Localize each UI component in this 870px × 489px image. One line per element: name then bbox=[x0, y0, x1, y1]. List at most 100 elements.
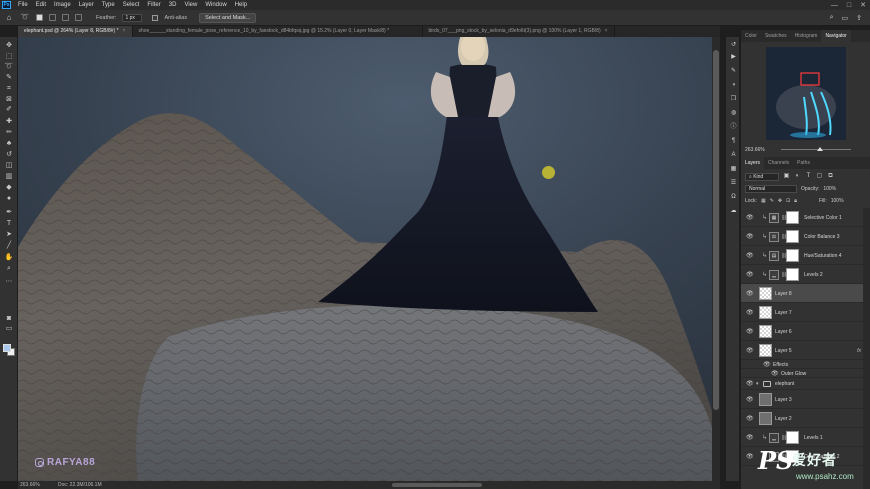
visibility-eye-icon[interactable]: 👁︎ bbox=[746, 309, 754, 316]
kind-filter[interactable]: ⌕ Kind bbox=[745, 172, 779, 181]
maximize-icon[interactable]: □ bbox=[847, 2, 851, 9]
search-icon[interactable]: ⌕ bbox=[830, 14, 834, 22]
crop-tool-icon[interactable]: ⌗ bbox=[4, 84, 14, 93]
menu-help[interactable]: Help bbox=[231, 2, 251, 8]
opacity-value[interactable]: 100% bbox=[823, 186, 836, 192]
tab-layers[interactable]: Layers bbox=[741, 157, 765, 169]
effect-visibility-icon[interactable]: 👁︎ bbox=[771, 370, 779, 377]
play-icon[interactable]: ▶ bbox=[729, 53, 738, 61]
blur-tool-icon[interactable]: ◆ bbox=[4, 183, 14, 192]
lock-position-icon[interactable]: ✥ bbox=[778, 198, 782, 204]
quick-mask-icon[interactable]: ◙ bbox=[4, 314, 14, 323]
layer-row[interactable]: 👁︎ ↳ ▤ ⛓ Hue/Saturation 4 bbox=[741, 246, 863, 265]
intersect-selection-icon[interactable] bbox=[75, 14, 82, 21]
menu-file[interactable]: File bbox=[14, 2, 32, 8]
brush-tool-icon[interactable]: ✏ bbox=[4, 128, 14, 137]
screen-mode-icon[interactable]: ▭ bbox=[4, 324, 14, 333]
layer-row[interactable]: 👁︎ Layer 2 bbox=[741, 409, 863, 428]
layer-thumbnail[interactable] bbox=[759, 393, 772, 406]
brush-settings-icon[interactable]: ✎ bbox=[729, 67, 738, 75]
color-wheel-icon[interactable]: ◍ bbox=[729, 109, 738, 117]
effects-visibility-icon[interactable]: 👁︎ bbox=[763, 361, 771, 368]
tab-elephant[interactable]: elephant.psd @ 264% (Layer 8, RGB/8#) * × bbox=[18, 26, 133, 37]
type-tool-icon[interactable]: T bbox=[4, 219, 14, 228]
hand-tool-icon[interactable]: ✋ bbox=[4, 253, 14, 262]
layer-mask-thumbnail[interactable] bbox=[786, 268, 799, 281]
layer-row[interactable]: 👁︎ Outer Glow bbox=[741, 369, 863, 378]
menu-view[interactable]: View bbox=[180, 2, 201, 8]
history-brush-tool-icon[interactable]: ↺ bbox=[4, 150, 14, 159]
shape-filter-icon[interactable]: ▢ bbox=[816, 173, 823, 180]
canvas-vertical-scrollbar[interactable] bbox=[712, 37, 720, 481]
fx-icon[interactable]: fx bbox=[857, 348, 861, 354]
visibility-eye-icon[interactable]: 👁︎ bbox=[746, 328, 754, 335]
layer-thumbnail[interactable] bbox=[759, 287, 772, 300]
layer-mask-thumbnail[interactable] bbox=[786, 431, 799, 444]
layer-row[interactable]: 👁︎ Layer 7 bbox=[741, 303, 863, 322]
marquee-tool-icon[interactable]: ⬚ bbox=[4, 52, 14, 61]
layer-row[interactable]: 👁︎ Layer 3 bbox=[741, 390, 863, 409]
eyedropper-tool-icon[interactable]: ✐ bbox=[4, 105, 14, 114]
path-select-tool-icon[interactable]: ➤ bbox=[4, 230, 14, 239]
gradient-tool-icon[interactable]: ▥ bbox=[4, 172, 14, 181]
layer-thumbnail[interactable] bbox=[759, 306, 772, 319]
select-and-mask-button[interactable]: Select and Mask... bbox=[199, 12, 257, 23]
layer-thumbnail[interactable] bbox=[759, 412, 772, 425]
layer-row[interactable]: 👁︎ Effects bbox=[741, 360, 863, 369]
lock-paint-icon[interactable]: ✎ bbox=[770, 198, 774, 204]
layer-mask-thumbnail[interactable] bbox=[786, 211, 799, 224]
lock-all-icon[interactable]: 🔒︎ bbox=[794, 198, 797, 204]
type-filter-icon[interactable]: T bbox=[805, 173, 812, 180]
menu-select[interactable]: Select bbox=[119, 2, 144, 8]
adjustments-icon[interactable]: ◑ bbox=[729, 81, 738, 89]
lasso-preset-icon[interactable]: ➰ bbox=[20, 13, 30, 22]
menu-edit[interactable]: Edit bbox=[32, 2, 50, 8]
horizontal-scrollbar-thumb[interactable] bbox=[392, 483, 482, 487]
glyphs-icon[interactable]: Ω bbox=[729, 193, 738, 201]
menu-window[interactable]: Window bbox=[201, 2, 230, 8]
visibility-eye-icon[interactable]: 👁︎ bbox=[746, 434, 754, 441]
layer-row[interactable]: 👁︎ ▾ elephant bbox=[741, 378, 863, 390]
tab-swatches[interactable]: Swatches bbox=[761, 30, 791, 42]
blend-mode-select[interactable]: Normal bbox=[745, 184, 797, 193]
home-icon[interactable]: ⌂ bbox=[4, 13, 14, 22]
navigator-thumbnail[interactable] bbox=[766, 47, 846, 140]
quick-select-tool-icon[interactable]: ✎ bbox=[4, 73, 14, 82]
menu-layer[interactable]: Layer bbox=[75, 2, 98, 8]
navigator-zoom-slider[interactable] bbox=[781, 147, 851, 151]
menu-filter[interactable]: Filter bbox=[143, 2, 164, 8]
minimize-icon[interactable]: — bbox=[831, 2, 838, 9]
scrollbar-thumb[interactable] bbox=[713, 50, 719, 410]
visibility-eye-icon[interactable]: 👁︎ bbox=[746, 233, 754, 240]
pixel-filter-icon[interactable]: ▣ bbox=[783, 173, 790, 180]
menu-type[interactable]: Type bbox=[98, 2, 119, 8]
foreground-color-swatch[interactable] bbox=[3, 344, 11, 352]
pen-tool-icon[interactable]: ✒ bbox=[4, 208, 14, 217]
add-selection-icon[interactable] bbox=[49, 14, 56, 21]
fill-value[interactable]: 100% bbox=[831, 198, 844, 204]
layer-thumbnail[interactable] bbox=[759, 325, 772, 338]
visibility-eye-icon[interactable]: 👁︎ bbox=[746, 347, 754, 354]
frame-tool-icon[interactable]: ⊠ bbox=[4, 95, 14, 104]
menu-3d[interactable]: 3D bbox=[165, 2, 181, 8]
layer-mask-thumbnail[interactable] bbox=[786, 249, 799, 262]
lasso-tool-icon[interactable]: ➰ bbox=[4, 62, 14, 71]
antialias-checkbox[interactable] bbox=[152, 14, 159, 21]
tab-navigator[interactable]: Navigator bbox=[821, 30, 851, 42]
character-icon[interactable]: A bbox=[729, 151, 738, 159]
navigator-zoom[interactable]: 263.66% bbox=[745, 147, 765, 153]
expand-group-icon[interactable]: ▾ bbox=[756, 381, 759, 387]
document-canvas[interactable]: RAFYA88 bbox=[18, 37, 720, 481]
tab-birds[interactable]: birds_07___png_stock_by_selonia_d9efo6t(… bbox=[423, 26, 615, 37]
properties-icon[interactable]: ☰ bbox=[729, 179, 738, 187]
feather-input[interactable]: 1 px bbox=[122, 13, 143, 22]
info-icon[interactable]: ⓘ bbox=[729, 123, 738, 131]
new-selection-icon[interactable] bbox=[36, 14, 43, 21]
visibility-eye-icon[interactable]: 👁︎ bbox=[746, 252, 754, 259]
tab-paths[interactable]: Paths bbox=[793, 157, 814, 169]
tab-pose-reference[interactable]: shoe______standing_female_pose_reference… bbox=[133, 26, 423, 37]
visibility-eye-icon[interactable]: 👁︎ bbox=[746, 396, 754, 403]
slider-knob[interactable] bbox=[817, 147, 823, 151]
move-tool-icon[interactable]: ✥ bbox=[4, 41, 14, 50]
lock-artboard-icon[interactable]: ⊡ bbox=[786, 198, 790, 204]
